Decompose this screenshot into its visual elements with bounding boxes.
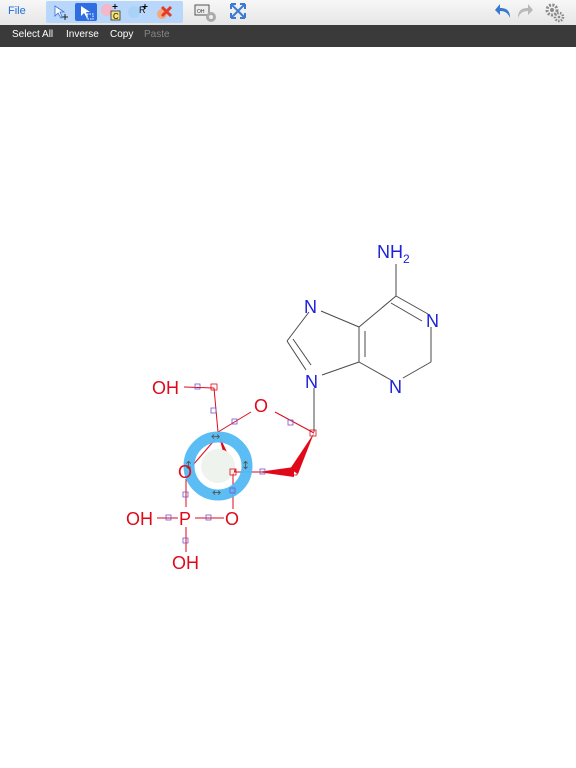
n3-label[interactable]: N <box>389 377 402 397</box>
redo-icon[interactable] <box>515 2 535 27</box>
svg-text:C: C <box>113 12 119 21</box>
svg-text:↕: ↕ <box>241 459 250 472</box>
lasso-select-tool-icon[interactable] <box>75 3 97 21</box>
svg-text:OH: OH <box>197 9 205 15</box>
inverse-button[interactable]: Inverse <box>66 29 99 40</box>
n9-label[interactable]: N <box>305 372 318 392</box>
edit-menu-bar: Select All Inverse Copy Paste <box>0 25 576 47</box>
n7-label[interactable]: N <box>304 297 317 317</box>
select-all-button[interactable]: Select All <box>12 29 53 40</box>
r-group-tool-icon[interactable]: R <box>127 3 149 21</box>
svg-text:↔: ↔ <box>212 486 221 499</box>
hydroxyl-phosphate-bottom-label[interactable]: OH <box>172 553 199 573</box>
carbon-atom-tool-icon[interactable]: C <box>100 3 122 21</box>
delete-tool-icon[interactable] <box>154 3 176 21</box>
top-toolbar: File C R OH <box>0 0 576 26</box>
ring-oxygen-label[interactable]: O <box>254 396 268 416</box>
copy-button[interactable]: Copy <box>110 29 133 40</box>
fullscreen-icon[interactable] <box>229 2 247 25</box>
file-menu-button[interactable]: File <box>8 5 26 17</box>
svg-text:↔: ↔ <box>211 430 220 443</box>
undo-icon[interactable] <box>494 2 514 27</box>
hydroxyl-top-label[interactable]: OH <box>152 378 179 398</box>
oxygen-phosphate-right-label[interactable]: O <box>225 509 239 529</box>
select-move-tool-icon[interactable] <box>50 3 72 21</box>
paste-button[interactable]: Paste <box>144 29 170 40</box>
adenine-bonds <box>286 264 432 432</box>
hydroxyl-phosphate-left-label[interactable]: OH <box>126 509 153 529</box>
tool-group: C R <box>46 1 183 23</box>
nh2-label[interactable]: NH2 <box>377 242 410 266</box>
n1-label[interactable]: N <box>426 311 439 331</box>
oxygen-left-label[interactable]: O <box>178 462 192 482</box>
molecule-canvas[interactable]: ↔ ↕ ↔ ↕ NH2 N N N N O OH O P OH O OH <box>0 47 576 768</box>
phosphorus-label[interactable]: P <box>179 509 191 529</box>
